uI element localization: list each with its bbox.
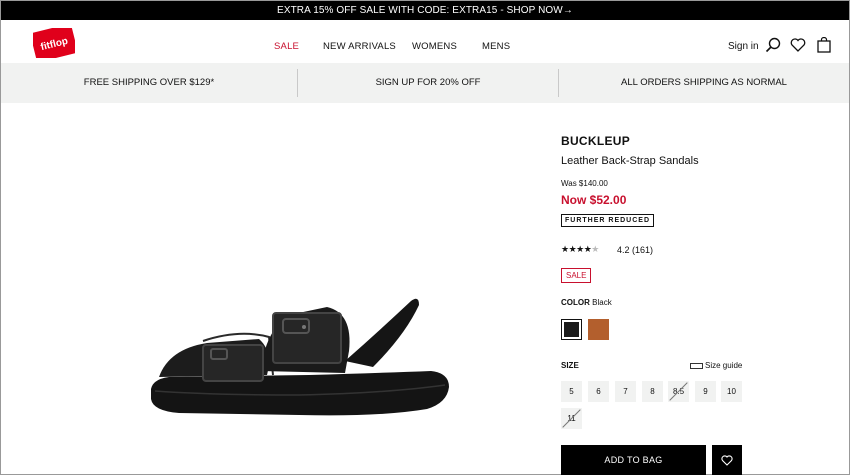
swatch-black[interactable] (561, 319, 582, 340)
size-option-unavailable[interactable]: 8.5 (668, 381, 689, 402)
color-label: COLOR Black (561, 298, 612, 307)
promo-banner[interactable]: EXTRA 15% OFF SALE WITH CODE: EXTRA15 - … (1, 1, 849, 20)
sign-in-link[interactable]: Sign in (728, 41, 759, 52)
size-option[interactable]: 9 (695, 381, 716, 402)
swatch-tan[interactable] (588, 319, 609, 340)
strip-shipping-normal[interactable]: ALL ORDERS SHIPPING AS NORMAL (559, 63, 849, 103)
heart-icon[interactable] (790, 37, 806, 53)
nav-mens[interactable]: MENS (482, 41, 510, 52)
benefits-strip: FREE SHIPPING OVER $129* SIGN UP FOR 20%… (1, 63, 849, 103)
sale-badge: SALE (561, 268, 592, 283)
rating-count: (161) (632, 245, 654, 255)
bag-icon[interactable] (816, 37, 832, 53)
size-guide-label: Size guide (705, 361, 743, 370)
color-label-title: COLOR (561, 298, 590, 307)
add-to-bag-button[interactable]: ADD TO BAG (561, 445, 706, 475)
size-option[interactable]: 7 (615, 381, 636, 402)
size-option[interactable]: 8 (642, 381, 663, 402)
color-value: Black (592, 298, 612, 307)
size-option[interactable]: 10 (721, 381, 742, 402)
heart-icon (721, 455, 733, 466)
rating-stars[interactable]: ★★★★★ (561, 244, 599, 255)
nav-sale[interactable]: SALE (274, 41, 299, 52)
size-option[interactable]: 6 (588, 381, 609, 402)
main-nav: SALE NEW ARRIVALS WOMENS MENS (1, 20, 849, 63)
size-guide-link[interactable]: Size guide (690, 361, 742, 370)
price-was: Was $140.00 (561, 179, 608, 188)
size-label: SIZE (561, 361, 579, 370)
strip-signup[interactable]: SIGN UP FOR 20% OFF (298, 63, 558, 103)
product-name: Leather Back-Strap Sandals (561, 155, 699, 167)
price-now: Now $52.00 (561, 193, 627, 207)
swatch-black-fill (564, 322, 579, 337)
strip-free-shipping[interactable]: FREE SHIPPING OVER $129* (1, 63, 297, 103)
size-option-unavailable[interactable]: 11 (561, 408, 582, 429)
site-header: fitflop SALE NEW ARRIVALS WOMENS MENS Si… (1, 20, 849, 63)
nav-new-arrivals[interactable]: NEW ARRIVALS (323, 41, 396, 52)
ruler-icon (690, 362, 703, 369)
wishlist-button[interactable] (712, 445, 742, 475)
rating-value: 4.2 (617, 245, 630, 255)
product-brand: BUCKLEUP (561, 134, 631, 148)
rating-text[interactable]: 4.2 (161) (617, 245, 653, 255)
nav-womens[interactable]: WOMENS (412, 41, 457, 52)
product-image[interactable] (149, 291, 455, 426)
search-icon[interactable] (765, 37, 781, 53)
further-reduced-badge: FURTHER REDUCED (561, 214, 654, 227)
size-option[interactable]: 5 (561, 381, 582, 402)
